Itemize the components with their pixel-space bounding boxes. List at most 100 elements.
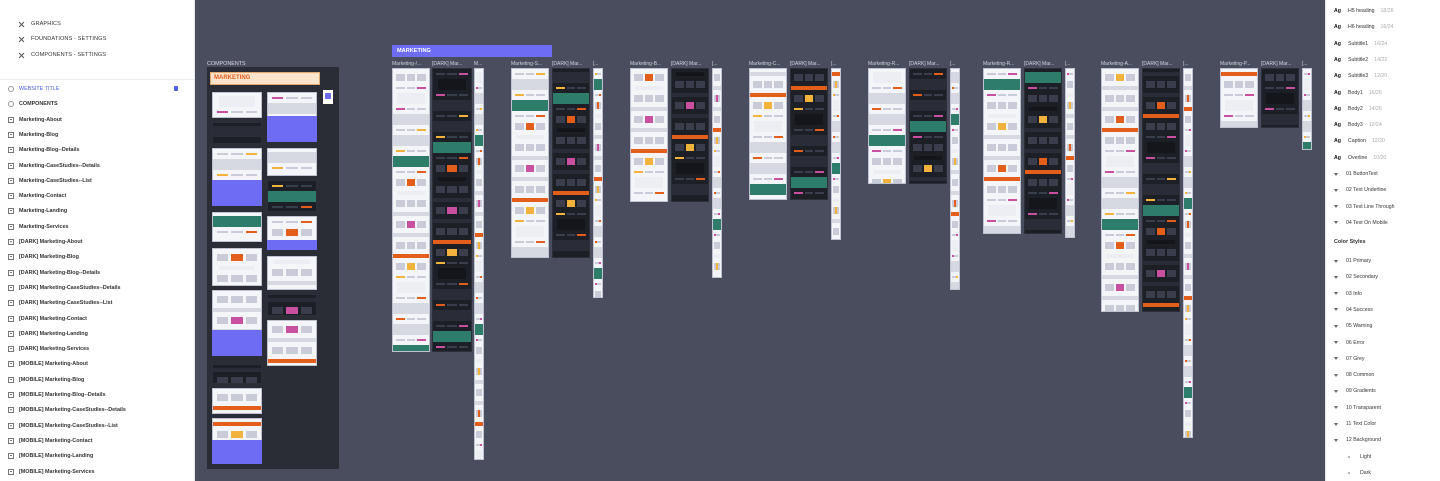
color-style-group[interactable]: 09 Gradients (1334, 385, 1376, 397)
color-style-group[interactable]: 03 Info (1334, 288, 1362, 300)
page-frame-thumbnail[interactable] (392, 68, 430, 352)
frame-name-label[interactable]: [DARK] Mar... (790, 61, 830, 67)
color-style-group[interactable]: 05 Warning (1334, 320, 1372, 332)
page-frame-thumbnail[interactable] (267, 294, 317, 316)
color-style-group[interactable]: 06 Error (1334, 337, 1365, 349)
design-canvas[interactable]: COMPONENTS MARKETING MARKETING Marketing… (195, 0, 1325, 481)
page-frame-thumbnail[interactable] (868, 68, 906, 184)
components-marketing-chip[interactable]: MARKETING (210, 72, 320, 85)
color-style-item[interactable]: Dark (1348, 467, 1371, 479)
page-frame-thumbnail[interactable] (749, 68, 787, 200)
frame-name-label[interactable]: [... (831, 61, 843, 67)
marketing-section-banner[interactable]: MARKETING (392, 45, 552, 57)
page-frame-thumbnail[interactable] (831, 68, 841, 240)
chevron-down-icon[interactable] (1334, 172, 1338, 176)
page-frame-thumbnail[interactable] (1142, 68, 1180, 312)
text-style-group[interactable]: 04 Text On Mobile (1334, 217, 1388, 229)
page-item-graphics[interactable]: GRAPHICS (18, 17, 61, 31)
frame-name-label[interactable]: Marketing-R... (868, 61, 908, 67)
layer-item[interactable]: [MOBILE] Marketing-Blog (8, 374, 188, 386)
page-frame-thumbnail[interactable] (909, 68, 947, 184)
frame-name-label[interactable]: Marketing-R... (983, 61, 1023, 67)
text-style-item[interactable]: Ag Body1 16/26 (1334, 87, 1382, 99)
frame-name-label[interactable]: Marketing-P... (1220, 61, 1260, 67)
text-style-item[interactable]: Ag H5 heading 18/26 (1334, 5, 1394, 17)
frame-name-label[interactable]: [DARK] Mar... (671, 61, 711, 67)
page-frame-thumbnail[interactable] (212, 92, 262, 118)
page-frame-thumbnail[interactable] (593, 68, 603, 298)
lock-icon[interactable] (174, 86, 178, 91)
color-style-item[interactable]: Light (1348, 451, 1371, 463)
layer-item[interactable]: WEBSITE TITLE (8, 83, 188, 95)
page-frame-thumbnail[interactable] (1183, 68, 1193, 438)
frame-name-label[interactable]: [... (712, 61, 724, 67)
text-style-item[interactable]: Ag Body2 14/26 (1334, 103, 1382, 115)
color-style-group[interactable]: 02 Secondary (1334, 271, 1378, 283)
layer-item[interactable]: [MOBILE] Marketing-Services (8, 466, 188, 478)
layer-item[interactable]: [MOBILE] Marketing-Blog--Details (8, 389, 188, 401)
layer-item[interactable]: Marketing-CaseStudies--List (8, 175, 188, 187)
text-style-item[interactable]: Ag H6 heading 16/24 (1334, 21, 1394, 33)
layer-item[interactable]: Marketing-Blog--Details (8, 144, 188, 156)
frame-name-label[interactable]: [... (1302, 61, 1314, 67)
frame-name-label[interactable]: [... (1183, 61, 1195, 67)
color-style-group[interactable]: 12 Background (1334, 434, 1381, 446)
color-style-group[interactable]: 07 Grey (1334, 353, 1364, 365)
frame-name-label[interactable]: [DARK] Mar... (1024, 61, 1064, 67)
text-style-item[interactable]: Ag Subtitle3 12/20 (1334, 70, 1387, 82)
chevron-down-icon[interactable] (1334, 292, 1338, 296)
frame-name-label[interactable]: [DARK] Mar... (909, 61, 949, 67)
layer-item[interactable]: [DARK] Marketing-Services (8, 343, 188, 355)
layer-item[interactable]: [DARK] Marketing-CaseStudies--Details (8, 282, 188, 294)
color-style-group[interactable]: 10 Transparent (1334, 402, 1381, 414)
page-frame-thumbnail[interactable] (950, 68, 960, 290)
layer-item[interactable]: [DARK] Marketing-About (8, 236, 188, 248)
frame-name-label[interactable]: Marketing-S... (511, 61, 551, 67)
color-style-group[interactable]: 08 Common (1334, 369, 1374, 381)
chevron-down-icon[interactable] (1334, 308, 1338, 312)
frame-name-label[interactable]: [DARK] Mar... (432, 61, 474, 67)
page-frame-thumbnail[interactable] (712, 68, 722, 278)
page-frame-thumbnail[interactable] (212, 122, 262, 144)
page-frame-thumbnail[interactable] (432, 68, 472, 352)
chevron-down-icon[interactable] (1334, 438, 1338, 442)
page-frame-thumbnail[interactable] (212, 364, 262, 384)
layer-item[interactable]: [MOBILE] Marketing-CaseStudies--Details (8, 404, 188, 416)
page-frame-thumbnail[interactable] (267, 256, 317, 290)
page-frame-thumbnail[interactable] (1024, 68, 1062, 234)
text-style-item[interactable]: Ag Overline 10/20 (1334, 152, 1386, 164)
chevron-down-icon[interactable] (1334, 422, 1338, 426)
frame-name-label[interactable]: [... (950, 61, 962, 67)
chevron-down-icon[interactable] (1334, 389, 1338, 393)
layer-item[interactable]: [DARK] Marketing-Blog--Details (8, 267, 188, 279)
chevron-down-icon[interactable] (1334, 188, 1338, 192)
text-style-item[interactable]: Ag Subtitle2 14/22 (1334, 54, 1387, 66)
layer-item[interactable]: [DARK] Marketing-Landing (8, 328, 188, 340)
page-frame-thumbnail[interactable] (212, 212, 262, 242)
page-frame-thumbnail[interactable] (1101, 68, 1139, 312)
frame-name-label[interactable]: [DARK] Mar... (1261, 61, 1301, 67)
page-item-components[interactable]: COMPONENTS - SETTINGS (18, 48, 106, 62)
page-frame-thumbnail[interactable] (474, 68, 484, 460)
page-frame-thumbnail[interactable] (983, 68, 1021, 234)
layer-item[interactable]: [MOBILE] Marketing-CaseStudies--List (8, 420, 188, 432)
frame-name-label[interactable]: Marketing-B... (630, 61, 670, 67)
text-style-group[interactable]: 01 ButtonText (1334, 168, 1378, 180)
chevron-down-icon[interactable] (1334, 324, 1338, 328)
page-frame-thumbnail[interactable] (212, 388, 262, 414)
page-frame-thumbnail[interactable] (212, 248, 262, 286)
layer-item[interactable]: COMPONENTS (8, 98, 188, 110)
text-style-item[interactable]: Ag Caption 12/20 (1334, 135, 1385, 147)
page-frame-thumbnail[interactable] (1220, 68, 1258, 128)
page-frame-thumbnail[interactable] (267, 320, 317, 366)
page-frame-thumbnail[interactable] (1302, 68, 1312, 150)
frame-name-label[interactable]: [DARK] Mar... (552, 61, 592, 67)
chevron-down-icon[interactable] (1334, 341, 1338, 344)
page-frame-thumbnail[interactable] (267, 180, 317, 212)
layer-item[interactable]: [DARK] Marketing-Contact (8, 313, 188, 325)
chevron-down-icon[interactable] (1334, 357, 1338, 361)
frame-name-label[interactable]: [DARK] Mar... (1142, 61, 1182, 67)
text-style-item[interactable]: Ag Subtitle1 16/24 (1334, 38, 1387, 50)
page-frame-thumbnail[interactable] (671, 68, 709, 202)
layer-item[interactable]: [DARK] Marketing-CaseStudies--List (8, 297, 188, 309)
